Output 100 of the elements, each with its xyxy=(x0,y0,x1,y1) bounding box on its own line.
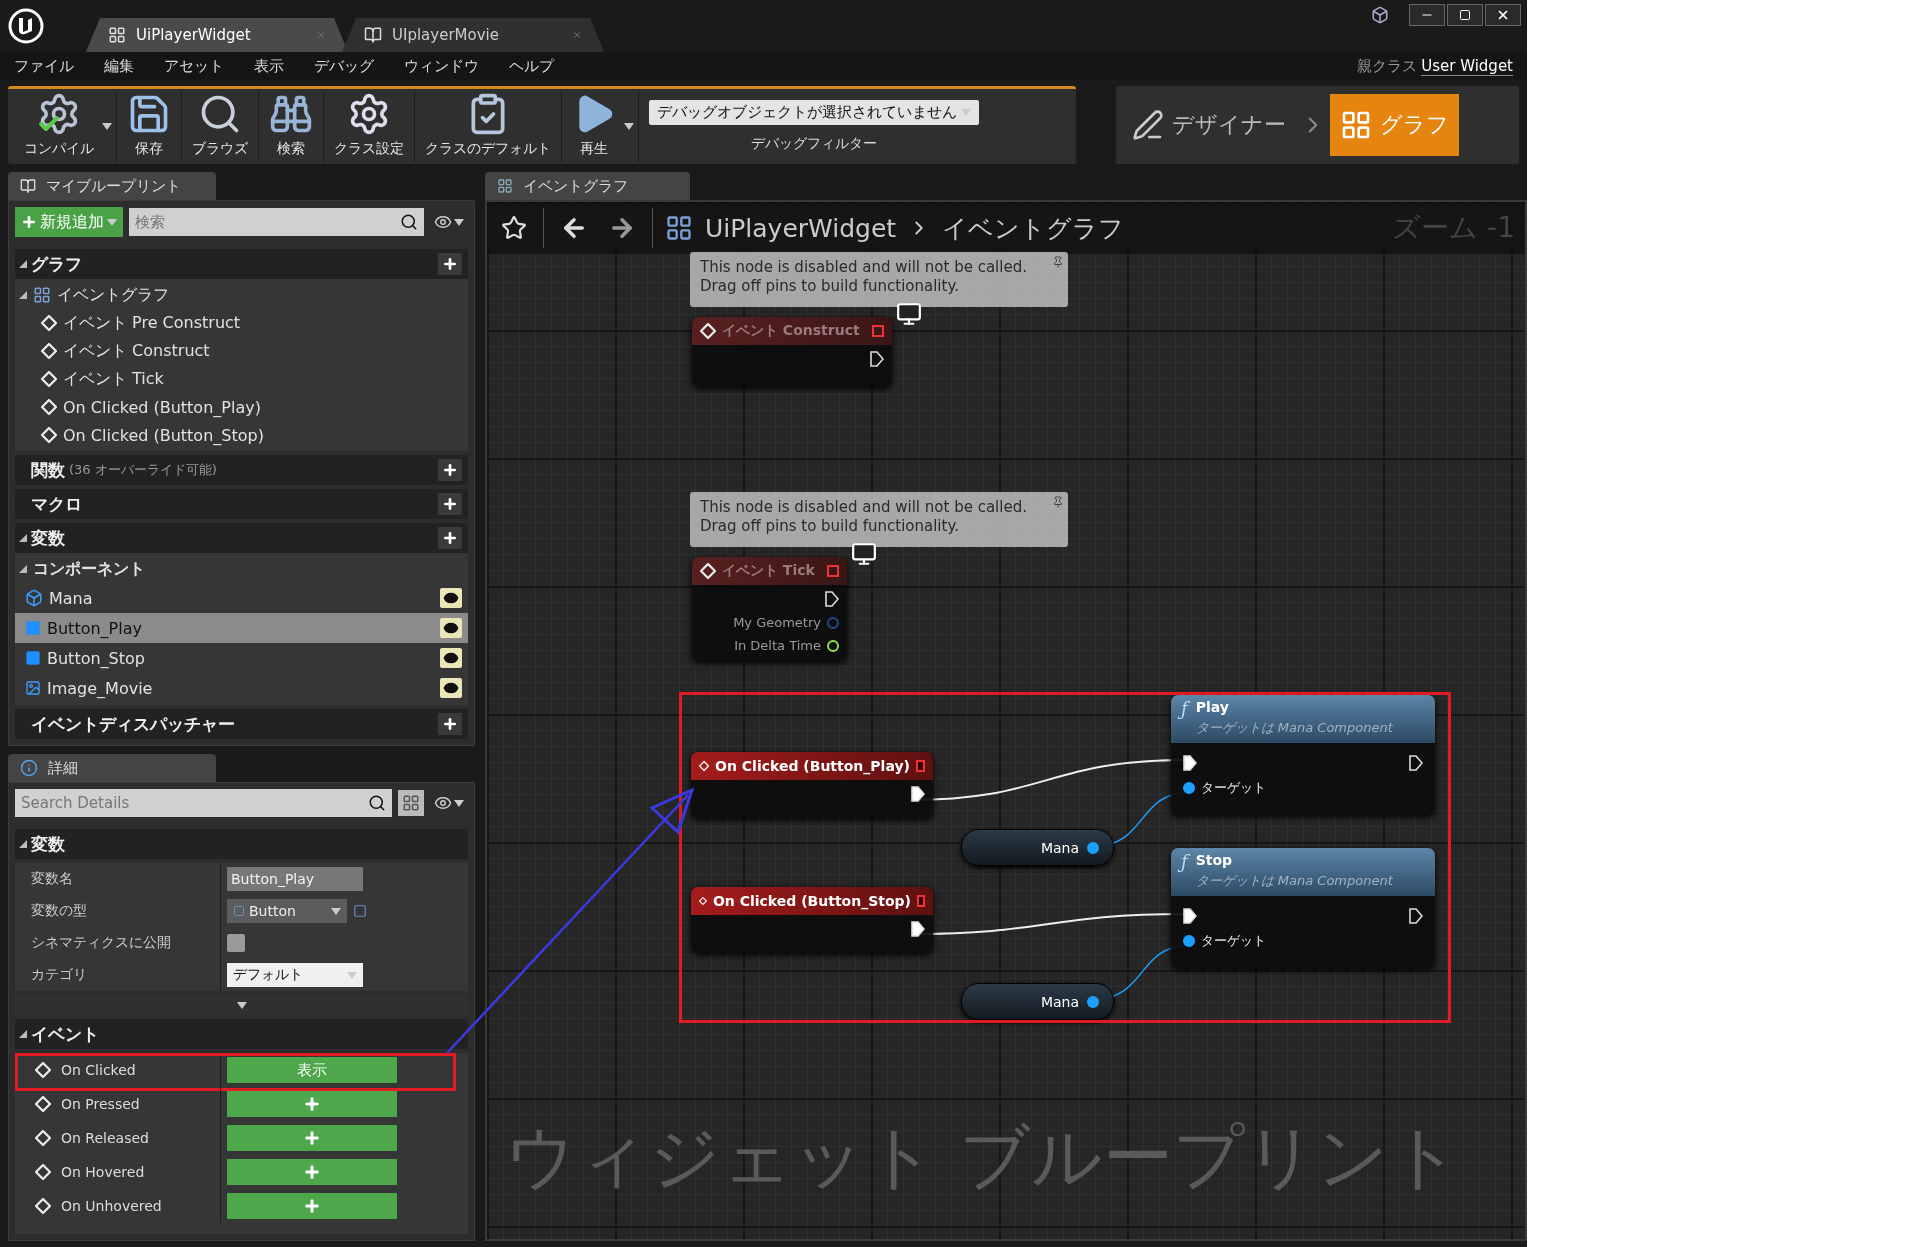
expand-triangle-icon[interactable] xyxy=(19,291,27,299)
close-button[interactable] xyxy=(1485,4,1521,26)
section-header[interactable]: 変数 xyxy=(15,523,468,553)
variable-node[interactable]: Mana xyxy=(961,983,1114,1020)
add-button[interactable] xyxy=(438,493,462,515)
panel-tab[interactable]: マイブループリント xyxy=(8,172,216,200)
exec-pin-icon[interactable] xyxy=(1409,908,1423,924)
graph-canvas[interactable] xyxy=(485,200,1527,1241)
search-field[interactable]: 検索 xyxy=(129,208,424,236)
close-icon[interactable] xyxy=(572,30,582,40)
exec-pin-icon[interactable] xyxy=(1183,755,1197,771)
expand-triangle-icon[interactable] xyxy=(19,260,27,268)
variable-node[interactable]: Mana xyxy=(961,829,1114,866)
node-title: On Clicked (Button_Stop) xyxy=(712,893,911,909)
toolbar-button[interactable]: 保存 xyxy=(117,91,182,162)
tree-row[interactable]: イベントグラフ xyxy=(15,281,468,309)
toolbar-button[interactable]: 再生 xyxy=(562,91,639,162)
menu-item[interactable]: 編集 xyxy=(104,56,134,76)
add-button[interactable] xyxy=(438,713,462,735)
plus-icon xyxy=(303,1197,321,1215)
tree-label: イベントグラフ xyxy=(57,284,169,306)
menu-item[interactable]: デバッグ xyxy=(314,56,374,76)
event-node[interactable]: On Clicked (Button_Stop) xyxy=(691,887,933,953)
expand-triangle-icon[interactable] xyxy=(19,1030,27,1038)
caret-icon xyxy=(961,109,971,116)
section-header[interactable]: イベントディスパッチャー xyxy=(15,709,468,739)
toolbar-button[interactable]: クラス設定 xyxy=(324,91,415,162)
add-button[interactable] xyxy=(438,527,462,549)
section-header[interactable]: 関数 (36 オーバーライド可能) xyxy=(15,455,468,485)
tree-row[interactable]: On Clicked (Button_Stop) xyxy=(15,421,468,449)
target-pin-icon[interactable] xyxy=(1183,935,1195,947)
add-button[interactable] xyxy=(438,459,462,481)
expand-triangle-icon[interactable] xyxy=(19,534,27,542)
delegate-pin-icon[interactable] xyxy=(915,760,925,772)
panel-tab[interactable]: 詳細 xyxy=(8,754,216,782)
output-pin-icon[interactable] xyxy=(1087,995,1099,1008)
eye-icon[interactable] xyxy=(440,618,462,638)
tree-row[interactable]: コンポーネント xyxy=(15,555,468,583)
maximize-button[interactable] xyxy=(1447,4,1483,26)
name-field[interactable]: Button_Play xyxy=(227,867,363,891)
toolbar-button[interactable]: 検索 xyxy=(259,91,324,162)
parent-class-link[interactable]: User Widget xyxy=(1421,56,1513,76)
delegate-pin-icon[interactable] xyxy=(917,895,925,907)
tree-row[interactable]: イベント Tick xyxy=(15,365,468,393)
section-header[interactable]: イベント xyxy=(15,1019,468,1049)
toolbar-button[interactable]: ブラウズ xyxy=(182,91,259,162)
graph-icon xyxy=(665,214,693,242)
eye-icon[interactable] xyxy=(440,678,462,698)
breadcrumb[interactable]: UiPlayerWidget xyxy=(705,213,897,243)
grid-view-button[interactable] xyxy=(398,790,424,816)
exec-pin-icon[interactable] xyxy=(911,921,925,937)
tree-row[interactable]: イベント Pre Construct xyxy=(15,309,468,337)
tree-row[interactable]: イベント Construct xyxy=(15,337,468,365)
expand-triangle-icon[interactable] xyxy=(19,565,27,573)
function-node[interactable]: ƒ Stop ターゲットは Mana Component ターゲット xyxy=(1171,848,1435,968)
cube-icon[interactable] xyxy=(1371,6,1389,24)
menu-item[interactable]: ウィンドウ xyxy=(404,56,479,76)
exec-pin-icon[interactable] xyxy=(1409,755,1423,771)
debug-object-dropdown[interactable]: デバッグオブジェクトが選択されていません xyxy=(649,100,979,125)
graph-icon xyxy=(497,178,513,194)
breadcrumb[interactable]: イベントグラフ xyxy=(942,211,1125,245)
document-tab[interactable]: UIplayerMovie xyxy=(342,18,604,52)
menu-item[interactable]: 表示 xyxy=(254,56,284,76)
plus-icon xyxy=(303,1129,321,1147)
variable-row[interactable]: Image_Movie xyxy=(15,673,468,703)
expand-triangle-icon[interactable] xyxy=(19,840,27,848)
menu-item[interactable]: ヘルプ xyxy=(509,56,554,76)
event-node[interactable]: On Clicked (Button_Play) xyxy=(691,752,933,818)
search-field[interactable]: Search Details xyxy=(15,789,392,817)
container-type-icon[interactable] xyxy=(353,904,367,918)
checkbox[interactable] xyxy=(227,934,245,952)
category-dropdown[interactable]: デフォルト xyxy=(227,963,363,987)
pin-icon[interactable] xyxy=(1052,496,1064,508)
variable-row[interactable]: Button_Stop xyxy=(15,643,468,673)
exec-pin-icon[interactable] xyxy=(911,786,925,802)
variable-row[interactable]: Mana xyxy=(15,583,468,613)
variable-row[interactable]: Button_Play xyxy=(15,613,468,643)
eye-icon[interactable] xyxy=(440,588,462,608)
tree-label: Button_Play xyxy=(47,618,142,638)
toolbar-button[interactable]: コンパイル xyxy=(14,91,117,162)
add-button[interactable] xyxy=(438,253,462,275)
section-header[interactable]: 変数 xyxy=(15,829,468,859)
output-pin-icon[interactable] xyxy=(1087,841,1099,854)
eye-icon[interactable] xyxy=(440,648,462,668)
toolbar-button[interactable]: クラスのデフォルト xyxy=(415,91,562,162)
menu-item[interactable]: ファイル xyxy=(14,56,74,76)
section-title: イベントディスパッチャー xyxy=(31,712,235,736)
menu-item[interactable]: アセット xyxy=(164,56,224,76)
mode-button[interactable]: デザイナー xyxy=(1122,94,1296,156)
event-label: On Pressed xyxy=(15,1087,221,1121)
tree-row[interactable]: On Clicked (Button_Play) xyxy=(15,393,468,421)
section-header[interactable]: グラフ xyxy=(15,249,468,279)
type-dropdown[interactable]: Button xyxy=(227,899,347,923)
panel-tab[interactable]: イベントグラフ xyxy=(485,172,690,200)
exec-pin-icon[interactable] xyxy=(1183,908,1197,924)
section-header[interactable]: マクロ xyxy=(15,489,468,519)
function-node[interactable]: ƒ Play ターゲットは Mana Component ターゲット xyxy=(1171,695,1435,815)
pin-icon[interactable] xyxy=(1052,256,1064,268)
target-pin-icon[interactable] xyxy=(1183,782,1195,794)
debug-filter-label: デバッグフィルター xyxy=(751,135,877,153)
